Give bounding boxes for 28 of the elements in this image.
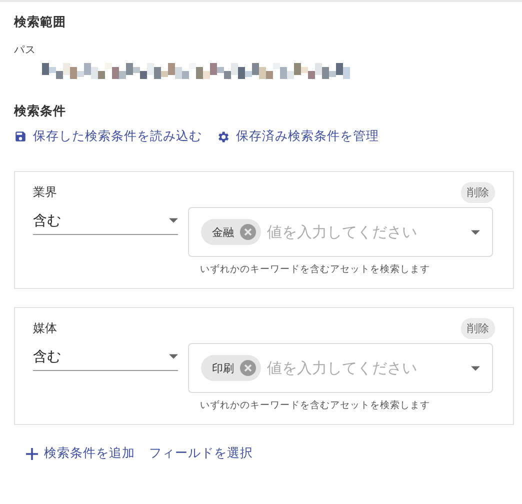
field-name: 業界	[33, 184, 57, 201]
dropdown-caret-icon	[471, 366, 480, 370]
dropdown-caret-icon	[471, 230, 480, 234]
operator-select[interactable]: 含む	[33, 343, 178, 371]
operator-select[interactable]: 含む	[33, 207, 178, 235]
value-field[interactable]: 印刷 値を入力してください	[188, 343, 493, 393]
value-chip[interactable]: 印刷	[201, 355, 261, 381]
remove-icon[interactable]	[240, 224, 256, 240]
remove-icon[interactable]	[240, 360, 256, 376]
delete-button[interactable]: 削除	[461, 318, 495, 339]
dropdown-caret-icon	[169, 218, 178, 223]
save-icon	[14, 130, 27, 143]
value-field[interactable]: 金融 値を入力してください	[188, 207, 493, 257]
field-name: 媒体	[33, 320, 57, 337]
section-title: 検索範囲	[14, 14, 67, 31]
delete-button[interactable]: 削除	[461, 182, 495, 203]
condition-link[interactable]: 保存した検索条件を読み込む	[14, 128, 202, 145]
helper-text: いずれかのキーワードを含むアセットを検索します	[200, 263, 431, 276]
condition-link[interactable]: 保存済み検索条件を管理	[216, 128, 379, 145]
section-title: 検索条件	[14, 103, 67, 120]
value-chip[interactable]: 金融	[201, 219, 261, 245]
footer-link[interactable]: フィールドを選択	[149, 445, 253, 462]
path-label: パス	[14, 43, 37, 57]
plus-icon	[26, 448, 38, 460]
settings-icon	[216, 130, 230, 144]
helper-text: いずれかのキーワードを含むアセットを検索します	[200, 399, 431, 412]
footer-link[interactable]: 検索条件を追加	[26, 445, 135, 462]
dropdown-caret-icon	[169, 354, 178, 359]
